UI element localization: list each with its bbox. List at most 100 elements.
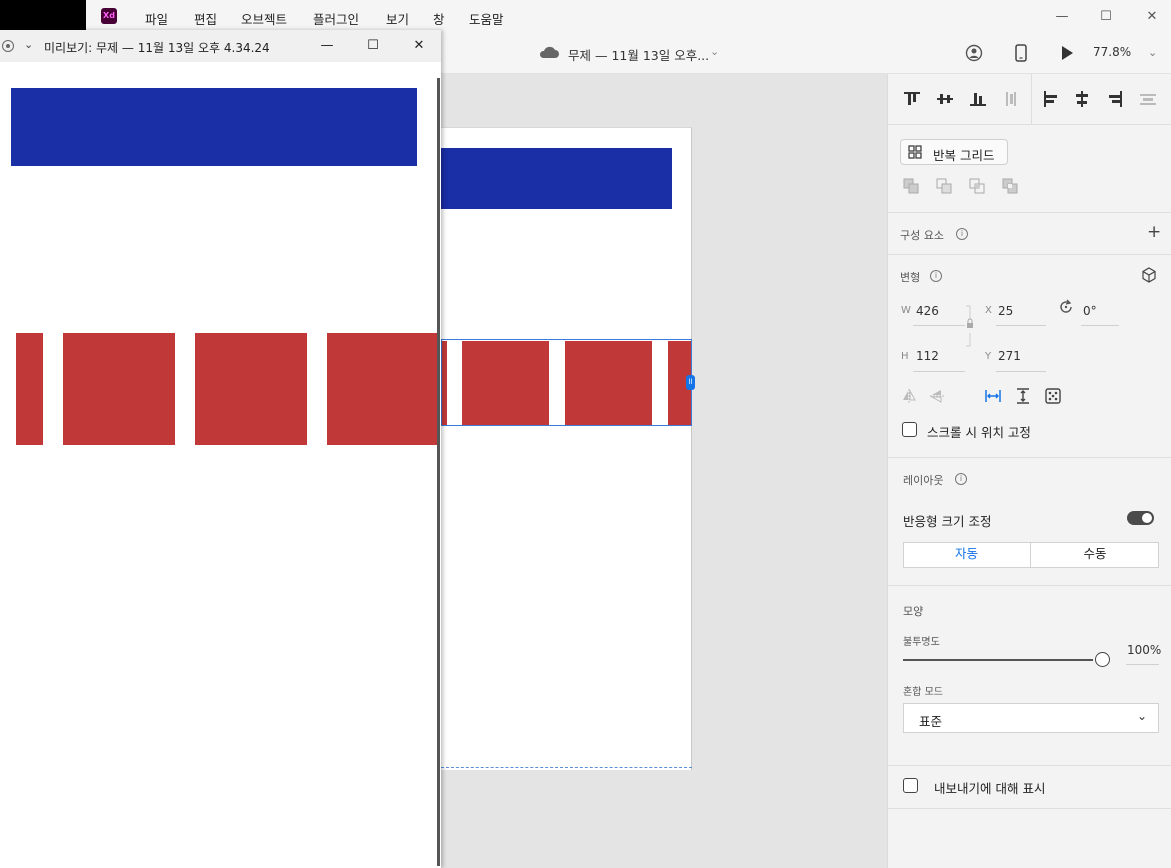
- info-icon[interactable]: i: [956, 228, 968, 240]
- fix-position-checkbox[interactable]: [902, 422, 917, 437]
- preview-red-rectangle: [327, 333, 438, 445]
- section-divider: [887, 765, 1171, 766]
- export-checkbox[interactable]: [903, 778, 918, 793]
- boolean-exclude-icon: [1002, 178, 1018, 194]
- artboard[interactable]: [441, 127, 692, 770]
- repeat-grid-handle[interactable]: ll: [686, 375, 695, 390]
- section-divider: [887, 124, 1171, 125]
- document-title[interactable]: 무제 — 11월 13일 오후...: [568, 45, 709, 64]
- menu-help[interactable]: 도움말: [469, 9, 504, 28]
- info-icon[interactable]: i: [955, 473, 967, 485]
- resize-width-icon[interactable]: [985, 388, 1001, 404]
- x-value[interactable]: 25: [998, 304, 1013, 318]
- width-label: W: [901, 305, 911, 316]
- menu-window[interactable]: 창: [433, 9, 445, 28]
- x-label: X: [985, 305, 992, 316]
- components-label: 구성 요소: [900, 229, 944, 242]
- menu-view[interactable]: 보기: [386, 9, 409, 28]
- play-icon[interactable]: [1060, 45, 1074, 61]
- preview-red-rectangle: [195, 333, 307, 445]
- opacity-slider-track[interactable]: [903, 659, 1093, 661]
- auto-button[interactable]: 자동: [903, 542, 1031, 568]
- selection-outline[interactable]: [441, 339, 692, 426]
- property-inspector: [887, 74, 1171, 868]
- grid-icon: [908, 145, 922, 159]
- minimize-button[interactable]: —: [1052, 8, 1072, 26]
- y-underline: [996, 371, 1046, 372]
- y-label: Y: [985, 351, 992, 362]
- blend-mode-label: 혼합 모드: [903, 687, 943, 698]
- section-divider: [887, 254, 1171, 255]
- width-value[interactable]: 426: [916, 304, 939, 318]
- artboard-viewport-line: [441, 767, 692, 768]
- constraints-icon[interactable]: [1045, 388, 1061, 404]
- preview-title: 미리보기: 무제 — 11월 13일 오후 4.34.24: [44, 41, 270, 55]
- add-component-icon[interactable]: +: [1147, 222, 1161, 242]
- flip-vertical-icon: [930, 390, 944, 403]
- desktop-strip: [0, 0, 86, 30]
- menu-file[interactable]: 파일: [145, 9, 168, 28]
- menu-plugins[interactable]: 플러그인: [313, 9, 359, 28]
- align-center-icon[interactable]: [1073, 90, 1091, 108]
- transform-label: 변형: [900, 271, 921, 284]
- menu-object[interactable]: 오브젝트: [241, 9, 287, 28]
- info-icon[interactable]: i: [930, 270, 942, 282]
- chevron-down-icon[interactable]: ⌄: [1137, 709, 1147, 723]
- opacity-label: 불투명도: [903, 637, 940, 648]
- preview-close-button[interactable]: ✕: [409, 36, 429, 56]
- opacity-slider-thumb[interactable]: [1095, 652, 1110, 667]
- distribute-vertical-icon: [1006, 92, 1016, 106]
- manual-button[interactable]: 수동: [1031, 542, 1159, 568]
- preview-blue-rectangle: [11, 88, 417, 166]
- align-middle-icon[interactable]: [936, 90, 954, 108]
- width-underline: [913, 325, 965, 326]
- resize-height-icon[interactable]: [1015, 388, 1031, 404]
- share-user-icon[interactable]: [965, 44, 983, 62]
- preview-red-rectangle: [63, 333, 175, 445]
- preview-minimize-button[interactable]: —: [317, 36, 337, 56]
- section-divider: [887, 808, 1171, 809]
- opacity-underline: [1126, 664, 1159, 665]
- responsive-resize-label: 반응형 크기 조정: [903, 514, 992, 529]
- height-value[interactable]: 112: [916, 349, 939, 363]
- responsive-resize-toggle[interactable]: [1127, 511, 1154, 525]
- opacity-value[interactable]: 100%: [1127, 643, 1161, 657]
- chevron-down-icon[interactable]: ⌄: [710, 45, 719, 58]
- menu-edit[interactable]: 편집: [194, 9, 217, 28]
- preview-scrollbar[interactable]: [437, 78, 440, 866]
- record-icon[interactable]: [2, 40, 14, 52]
- preview-chevron-down-icon[interactable]: ⌄: [24, 38, 33, 51]
- export-label: 내보내기에 대해 표시: [934, 781, 1046, 796]
- height-underline: [913, 371, 965, 372]
- distribute-horizontal-icon: [1140, 94, 1156, 105]
- align-bottom-icon[interactable]: [969, 90, 987, 108]
- lock-aspect-icon[interactable]: [964, 305, 976, 347]
- repeat-grid-label: 반복 그리드: [933, 148, 995, 163]
- align-divider: [1031, 74, 1032, 124]
- fix-position-label: 스크롤 시 위치 고정: [927, 425, 1031, 440]
- x-underline: [996, 325, 1046, 326]
- rotation-value[interactable]: 0°: [1083, 304, 1097, 318]
- align-right-icon[interactable]: [1106, 90, 1124, 108]
- cloud-icon: [539, 46, 559, 58]
- layout-label: 레이아웃: [903, 474, 944, 487]
- maximize-button[interactable]: ☐: [1096, 8, 1116, 26]
- flip-horizontal-icon: [903, 389, 916, 403]
- zoom-level[interactable]: 77.8%: [1093, 45, 1131, 59]
- xd-logo-icon: Xd: [101, 8, 117, 24]
- 3d-transform-icon[interactable]: [1141, 267, 1157, 283]
- preview-maximize-button[interactable]: ☐: [363, 36, 383, 56]
- section-divider: [887, 457, 1171, 458]
- height-label: H: [901, 351, 909, 362]
- align-top-icon[interactable]: [903, 90, 921, 108]
- appearance-label: 모양: [903, 605, 924, 618]
- boolean-subtract-icon: [936, 178, 952, 194]
- boolean-add-icon: [903, 178, 919, 194]
- boolean-intersect-icon: [969, 178, 985, 194]
- close-button[interactable]: ✕: [1142, 8, 1162, 26]
- device-preview-icon[interactable]: [1014, 44, 1028, 62]
- align-left-icon[interactable]: [1042, 90, 1060, 108]
- artboard-blue-rectangle[interactable]: [441, 148, 672, 209]
- zoom-chevron-icon[interactable]: ⌄: [1148, 46, 1157, 59]
- y-value[interactable]: 271: [998, 349, 1021, 363]
